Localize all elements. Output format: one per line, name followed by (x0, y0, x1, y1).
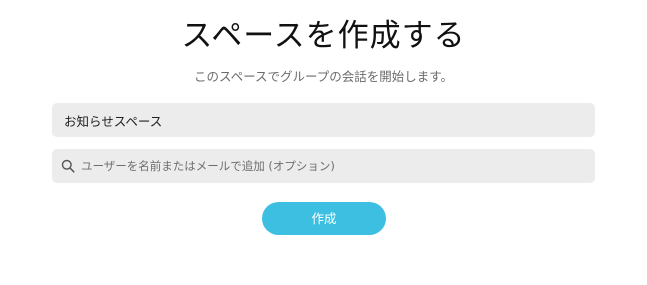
add-members-input[interactable] (75, 149, 595, 183)
create-button[interactable]: 作成 (262, 202, 386, 235)
search-icon (61, 159, 75, 173)
create-space-dialog: スペースを作成する このスペースでグループの会話を開始します。 作成 (0, 0, 647, 285)
dialog-title: スペースを作成する (181, 18, 466, 54)
dialog-subtitle: このスペースでグループの会話を開始します。 (193, 69, 453, 84)
space-name-field-container (52, 103, 595, 137)
space-name-input[interactable] (52, 103, 595, 137)
add-members-field-container (52, 149, 595, 183)
